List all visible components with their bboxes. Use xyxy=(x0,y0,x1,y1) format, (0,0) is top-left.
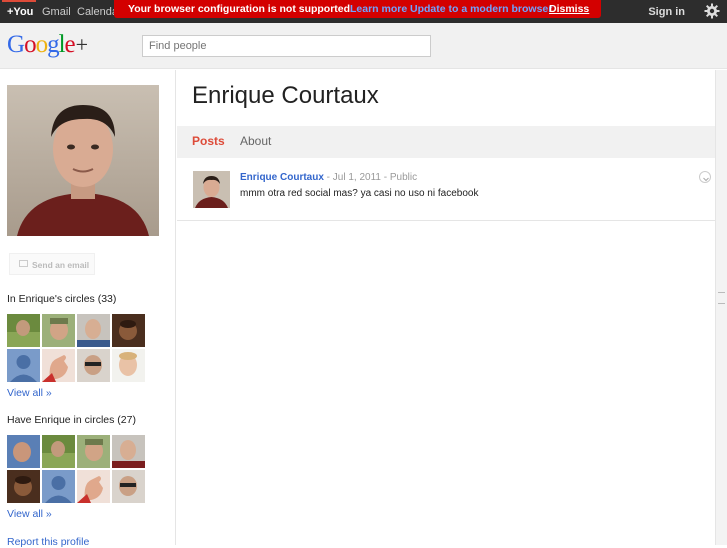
post-metadata: Enrique Courtaux - Jul 1, 2011 - Public xyxy=(240,172,417,183)
post-author-link[interactable]: Enrique Courtaux xyxy=(240,172,324,183)
report-profile-link[interactable]: Report this profile xyxy=(7,536,89,548)
vertical-scrollbar[interactable] xyxy=(715,70,727,545)
circle-member-avatar[interactable] xyxy=(7,314,40,347)
circle-member-avatar[interactable] xyxy=(42,314,75,347)
find-people-search-input[interactable] xyxy=(142,35,431,57)
post-options-icon[interactable] xyxy=(699,171,711,183)
circle-member-avatar[interactable] xyxy=(77,470,110,503)
meta-separator: - xyxy=(380,172,390,183)
mail-icon xyxy=(19,260,28,267)
circle-member-avatar[interactable] xyxy=(112,349,145,382)
circle-member-avatar[interactable] xyxy=(42,470,75,503)
circle-member-avatar[interactable] xyxy=(42,435,75,468)
send-email-button[interactable]: Send an email xyxy=(9,253,95,275)
nav-gmail[interactable]: Gmail xyxy=(42,6,71,18)
gear-icon[interactable] xyxy=(704,3,720,19)
google-plus-logo[interactable]: Google+ xyxy=(7,31,88,59)
in-circles-heading: In Enrique's circles (33) xyxy=(7,293,117,305)
circle-member-avatar[interactable] xyxy=(7,349,40,382)
circle-member-avatar[interactable] xyxy=(112,314,145,347)
update-browser-link[interactable]: Update to a modern browser xyxy=(410,3,552,15)
profile-name: Enrique Courtaux xyxy=(192,82,379,109)
post-author-avatar[interactable] xyxy=(193,171,230,208)
tab-posts[interactable]: Posts xyxy=(192,134,225,148)
profile-sidebar: Send an email In Enrique's circles (33) … xyxy=(0,70,176,548)
send-email-label: Send an email xyxy=(32,260,90,270)
circle-member-avatar[interactable] xyxy=(42,349,75,382)
dismiss-link[interactable]: Dismiss xyxy=(549,3,589,15)
in-circles-grid xyxy=(7,314,147,382)
sign-in-link[interactable]: Sign in xyxy=(648,6,685,18)
view-all-have-in-circles-link[interactable]: View all » xyxy=(7,508,52,520)
have-in-circles-grid xyxy=(7,435,147,503)
profile-photo xyxy=(7,85,159,236)
learn-more-link[interactable]: Learn more xyxy=(350,3,407,15)
circle-member-avatar[interactable] xyxy=(77,349,110,382)
meta-separator: - xyxy=(323,172,333,183)
circle-member-avatar[interactable] xyxy=(112,435,145,468)
chevron-down-icon xyxy=(703,177,709,182)
scrollbar-grip[interactable] xyxy=(718,292,725,304)
circle-member-avatar[interactable] xyxy=(7,470,40,503)
unsupported-browser-banner: Your browser configuration is not suppor… xyxy=(114,0,601,18)
circle-member-avatar[interactable] xyxy=(77,314,110,347)
tab-about[interactable]: About xyxy=(240,134,271,148)
banner-message: Your browser configuration is not suppor… xyxy=(128,3,353,15)
nav-plus-you[interactable]: +You xyxy=(7,6,33,18)
post-item: Enrique Courtaux - Jul 1, 2011 - Public … xyxy=(177,159,715,221)
header: Google+ xyxy=(0,23,727,69)
post-visibility: Public xyxy=(389,172,418,183)
post-date[interactable]: Jul 1, 2011 xyxy=(333,172,381,183)
circle-member-avatar[interactable] xyxy=(77,435,110,468)
view-all-in-circles-link[interactable]: View all » xyxy=(7,387,52,399)
active-indicator xyxy=(2,0,36,2)
post-text: mmm otra red social mas? ya casi no uso … xyxy=(240,188,479,199)
circle-member-avatar[interactable] xyxy=(7,435,40,468)
circle-member-avatar[interactable] xyxy=(112,470,145,503)
have-in-circles-heading: Have Enrique in circles (27) xyxy=(7,414,136,426)
profile-tabs: Posts About xyxy=(177,126,715,158)
